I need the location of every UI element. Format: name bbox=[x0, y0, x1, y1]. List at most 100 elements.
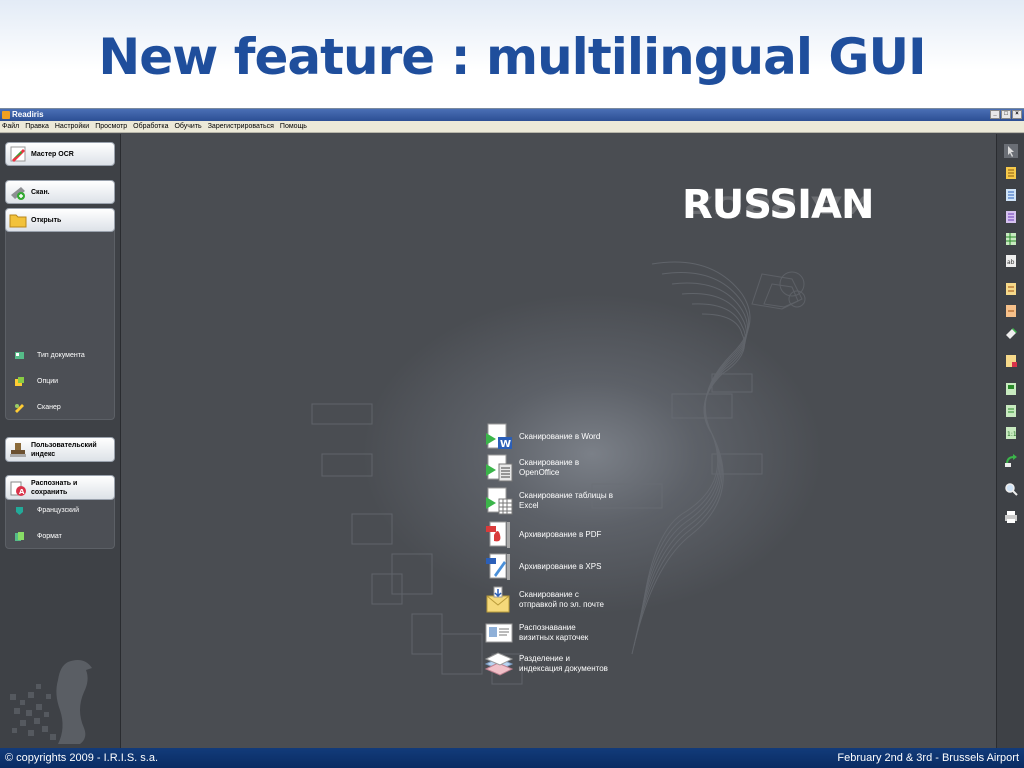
menu-file[interactable]: Файл bbox=[2, 121, 19, 132]
recognize-save-button[interactable]: A Распознать и сохранить bbox=[5, 475, 115, 500]
action-label: Архивирование в XPS bbox=[519, 562, 601, 572]
text-zone-icon[interactable] bbox=[1004, 166, 1018, 180]
action-label: Сканирование таблицы в Excel bbox=[519, 491, 613, 511]
action-line2: визитных карточек bbox=[519, 633, 589, 642]
barcode-zone-icon[interactable]: ab bbox=[1004, 254, 1018, 268]
email-icon bbox=[486, 586, 510, 613]
action-line2: отправкой по эл. почте bbox=[519, 600, 604, 609]
action-line1: Распознавание bbox=[519, 623, 576, 632]
menu-register[interactable]: Зарегистрироваться bbox=[208, 121, 274, 132]
document-type-icon bbox=[15, 352, 24, 359]
action-scan-send-email[interactable]: Сканирование с отправкой по эл. почте bbox=[484, 586, 604, 614]
user-index-line2: индекс bbox=[31, 450, 56, 458]
menu-view[interactable]: Просмотр bbox=[95, 121, 127, 132]
action-label: Сканирование с отправкой по эл. почте bbox=[519, 590, 604, 610]
scanner-item[interactable]: Сканер bbox=[14, 402, 61, 413]
table-zone-icon[interactable] bbox=[1004, 232, 1018, 246]
user-index-button[interactable]: Пользовательский индекс bbox=[5, 437, 115, 462]
action-archive-to-pdf[interactable]: Архивирование в PDF bbox=[484, 521, 601, 549]
workspace: RUSSIAN RUSSIAN W Сканирование в Word Ск… bbox=[122, 134, 995, 749]
wizard-icon bbox=[10, 146, 26, 162]
window-controls: _ □ × bbox=[990, 110, 1022, 119]
action-label: Сканирование в Word bbox=[519, 432, 600, 442]
folder-icon bbox=[9, 214, 27, 228]
action-line1: Сканирование с bbox=[519, 590, 579, 599]
app-icon bbox=[2, 111, 10, 119]
zoom-icon[interactable] bbox=[1004, 482, 1018, 496]
window-title: Readiris bbox=[12, 110, 44, 119]
action-label: Разделение и индексация документов bbox=[519, 654, 608, 674]
zone-order-icon[interactable] bbox=[1004, 282, 1018, 296]
scan-label: Скан. bbox=[31, 188, 50, 196]
doc-type-item[interactable]: Тип документа bbox=[14, 350, 85, 361]
sidebar: Мастер OCR Скан. Открыть Тип документа О… bbox=[0, 134, 121, 749]
svg-text:W: W bbox=[500, 439, 511, 450]
action-line1: Архивирование в XPS bbox=[519, 562, 602, 571]
format-icon bbox=[15, 532, 24, 541]
recognize-line2: сохранить bbox=[31, 488, 68, 496]
action-label: Архивирование в PDF bbox=[519, 530, 601, 540]
right-toolbar: ab 1:1 bbox=[996, 134, 1024, 749]
recognize-line1: Распознать и bbox=[31, 479, 78, 487]
action-scan-to-word[interactable]: W Сканирование в Word bbox=[484, 423, 600, 451]
scanner-label: Сканер bbox=[37, 404, 61, 411]
options-label: Опции bbox=[37, 378, 59, 385]
user-index-label: Пользовательский индекс bbox=[31, 441, 97, 459]
action-split-index-documents[interactable]: Разделение и индексация документов bbox=[484, 650, 608, 678]
language-label: Французский bbox=[37, 507, 79, 514]
app-window: Readiris _ □ × Файл Правка Настройки Про… bbox=[0, 108, 1024, 749]
language-item[interactable]: Французский bbox=[14, 505, 79, 516]
slide-footer: © copyrights 2009 - I.R.I.S. s.a. Februa… bbox=[0, 748, 1024, 768]
format-item[interactable]: Формат bbox=[14, 531, 62, 542]
open-label: Открыть bbox=[31, 216, 62, 224]
actual-size-icon[interactable]: 1:1 bbox=[1004, 426, 1018, 440]
erase-zone-icon[interactable] bbox=[1004, 326, 1018, 340]
minimize-button[interactable]: _ bbox=[990, 110, 1000, 119]
action-line1: Сканирование в Word bbox=[519, 432, 601, 441]
user-index-line1: Пользовательский bbox=[31, 441, 97, 449]
open-panel bbox=[5, 208, 115, 420]
doc-type-label: Тип документа bbox=[37, 352, 85, 359]
options-item[interactable]: Опции bbox=[14, 376, 58, 387]
menu-settings[interactable]: Настройки bbox=[55, 121, 89, 132]
business-card-icon bbox=[485, 623, 513, 643]
action-line1: Разделение и bbox=[519, 654, 570, 663]
menu-train[interactable]: Обучить bbox=[174, 121, 201, 132]
close-button[interactable]: × bbox=[1012, 110, 1022, 119]
maximize-button[interactable]: □ bbox=[1001, 110, 1011, 119]
print-icon[interactable] bbox=[1004, 510, 1018, 524]
text-view-icon[interactable] bbox=[1004, 404, 1018, 418]
action-scan-to-openoffice[interactable]: Сканирование в OpenOffice bbox=[484, 454, 579, 482]
action-recognize-business-cards[interactable]: Распознавание визитных карточек bbox=[484, 619, 588, 647]
word-icon: W bbox=[486, 423, 512, 450]
format-label: Формат bbox=[37, 533, 62, 540]
scan-button[interactable]: Скан. bbox=[5, 180, 115, 204]
svg-text:1:1: 1:1 bbox=[1007, 431, 1017, 438]
menu-process[interactable]: Обработка bbox=[133, 121, 168, 132]
action-scan-table-to-excel[interactable]: Сканирование таблицы в Excel bbox=[484, 487, 613, 515]
pointer-icon[interactable] bbox=[1004, 144, 1018, 158]
action-archive-to-xps[interactable]: Архивирование в XPS bbox=[484, 553, 601, 581]
open-button[interactable]: Открыть bbox=[5, 208, 115, 232]
menu-help[interactable]: Помощь bbox=[280, 121, 307, 132]
copyright-text: © copyrights 2009 - I.R.I.S. s.a. bbox=[5, 752, 159, 764]
pdf-icon bbox=[486, 521, 510, 548]
xps-icon bbox=[486, 553, 510, 580]
stamp-icon bbox=[10, 442, 26, 457]
excel-icon bbox=[486, 487, 513, 515]
action-line2: OpenOffice bbox=[519, 468, 560, 477]
rotate-icon[interactable] bbox=[1004, 454, 1018, 468]
image-zone-icon[interactable] bbox=[1004, 210, 1018, 224]
iris-bird-logo-icon bbox=[10, 660, 92, 744]
ocr-wizard-button[interactable]: Мастер OCR bbox=[5, 142, 115, 166]
menu-edit[interactable]: Правка bbox=[25, 121, 49, 132]
event-date-text: February 2nd & 3rd - Brussels Airport bbox=[837, 752, 1019, 764]
zone-properties-icon[interactable] bbox=[1004, 354, 1018, 368]
add-zone-icon[interactable] bbox=[1004, 304, 1018, 318]
action-label: Сканирование в OpenOffice bbox=[519, 458, 579, 478]
action-line1: Архивирование в PDF bbox=[519, 530, 602, 539]
scanner-settings-icon bbox=[15, 404, 24, 413]
text-block-icon[interactable] bbox=[1004, 188, 1018, 202]
recognize-save-icon: A bbox=[10, 481, 26, 496]
page-view-icon[interactable] bbox=[1004, 382, 1018, 396]
